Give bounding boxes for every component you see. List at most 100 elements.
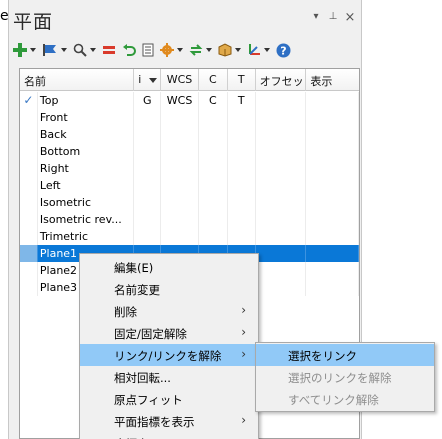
context-menu-item[interactable]: 座標表示› bbox=[80, 432, 258, 439]
row-name: Right bbox=[38, 160, 135, 177]
window-edge-text: e bbox=[0, 8, 8, 24]
header-display[interactable]: 表示 bbox=[306, 69, 359, 91]
table-row[interactable]: Front bbox=[20, 109, 359, 126]
row-check-icon bbox=[20, 194, 38, 211]
context-menu-item[interactable]: リンク/リンクを解除 › bbox=[80, 344, 258, 366]
undo-button[interactable] bbox=[122, 39, 136, 61]
equals-button[interactable] bbox=[102, 39, 116, 61]
context-menu-item[interactable]: 原点フィット bbox=[80, 388, 258, 410]
table-row[interactable]: Bottom bbox=[20, 143, 359, 160]
panel-titlebar: 平面 ▾ ⊥ × bbox=[9, 0, 361, 34]
add-button[interactable] bbox=[13, 39, 36, 61]
submenu-item: すべてリンク解除 bbox=[288, 393, 379, 407]
context-menu-item-label: 編集(E) bbox=[114, 261, 154, 275]
row-i bbox=[134, 109, 162, 126]
row-wcs bbox=[161, 109, 199, 126]
row-display bbox=[306, 211, 359, 228]
settings-button[interactable] bbox=[160, 39, 183, 61]
context-menu: 編集(E) 名前変更 削除 › 固定/固定解除 › リンク/リンクを解除 › 相対回転... 原点… bbox=[79, 253, 259, 439]
row-i bbox=[134, 228, 162, 245]
context-menu-item[interactable]: 相対回転... bbox=[80, 366, 258, 388]
row-check-icon bbox=[20, 262, 38, 279]
header-offset[interactable]: オフセット bbox=[256, 69, 307, 91]
row-display bbox=[306, 143, 359, 160]
flag-icon bbox=[43, 44, 56, 56]
row-display bbox=[306, 262, 359, 279]
context-menu-item[interactable]: 編集(E) bbox=[80, 256, 258, 278]
context-menu-item-label: 固定/固定解除 bbox=[114, 327, 187, 341]
header-i[interactable]: i bbox=[134, 69, 162, 91]
row-c bbox=[199, 109, 228, 126]
row-wcs bbox=[161, 211, 199, 228]
transfer-button[interactable] bbox=[189, 39, 212, 61]
gear-icon bbox=[160, 43, 174, 57]
submenu-arrow-icon: › bbox=[241, 303, 246, 317]
axes-button[interactable] bbox=[247, 39, 270, 61]
row-display bbox=[306, 177, 359, 194]
box-button[interactable] bbox=[218, 39, 241, 61]
header-c[interactable]: C bbox=[199, 69, 228, 91]
row-display bbox=[306, 109, 359, 126]
row-i bbox=[134, 177, 162, 194]
chevron-down-icon bbox=[30, 48, 36, 52]
context-menu-item[interactable]: 固定/固定解除 › bbox=[80, 322, 258, 344]
search-button[interactable] bbox=[73, 39, 96, 61]
row-check-icon bbox=[20, 245, 38, 262]
row-offset bbox=[256, 177, 307, 194]
document-button[interactable] bbox=[142, 39, 154, 61]
help-button[interactable]: ? bbox=[276, 39, 291, 61]
chevron-down-icon bbox=[206, 48, 212, 52]
header-name[interactable]: 名前 bbox=[20, 69, 135, 91]
context-menu-item-label: 相対回転... bbox=[114, 371, 171, 385]
submenu-item[interactable]: 選択をリンク bbox=[256, 344, 434, 366]
row-display bbox=[306, 126, 359, 143]
header-t[interactable]: T bbox=[228, 69, 256, 91]
row-name: Isometric bbox=[38, 194, 135, 211]
row-wcs: WCS bbox=[161, 92, 199, 109]
box-icon bbox=[218, 43, 232, 57]
table-row[interactable]: Back bbox=[20, 126, 359, 143]
header-i-label: i bbox=[138, 73, 142, 86]
row-wcs bbox=[161, 177, 199, 194]
row-i bbox=[134, 211, 162, 228]
row-check-icon bbox=[20, 279, 38, 296]
submenu-arrow-icon: › bbox=[241, 435, 246, 439]
row-check-icon bbox=[20, 126, 38, 143]
row-t bbox=[228, 194, 256, 211]
submenu-arrow-icon: › bbox=[241, 347, 246, 361]
transfer-icon bbox=[189, 44, 203, 56]
context-menu-item-label: 名前変更 bbox=[114, 283, 160, 297]
context-menu-item-label: 平面指標を表示 bbox=[114, 415, 195, 429]
row-t bbox=[228, 211, 256, 228]
context-menu-item[interactable]: 名前変更 bbox=[80, 278, 258, 300]
title-buttons: ▾ ⊥ × bbox=[311, 11, 356, 24]
table-row[interactable]: Trimetric bbox=[20, 228, 359, 245]
row-t: T bbox=[228, 92, 256, 109]
pin-dropdown-icon[interactable]: ▾ bbox=[311, 11, 321, 23]
row-c bbox=[199, 228, 228, 245]
row-t bbox=[228, 126, 256, 143]
row-c bbox=[199, 160, 228, 177]
row-name: Left bbox=[38, 177, 135, 194]
dock-icon[interactable]: ⊥ bbox=[328, 11, 338, 23]
table-row[interactable]: Isometric rev... bbox=[20, 211, 359, 228]
row-offset bbox=[256, 245, 307, 262]
row-c bbox=[199, 194, 228, 211]
submenu-arrow-icon: › bbox=[241, 325, 246, 339]
table-row[interactable]: Left bbox=[20, 177, 359, 194]
table-row[interactable]: Right bbox=[20, 160, 359, 177]
chevron-down-icon bbox=[235, 48, 241, 52]
row-offset bbox=[256, 109, 307, 126]
flag-button[interactable] bbox=[42, 39, 67, 61]
table-row[interactable]: ✓ Top G WCS C T bbox=[20, 92, 359, 109]
svg-text:?: ? bbox=[280, 44, 286, 57]
row-wcs bbox=[161, 143, 199, 160]
context-menu-item[interactable]: 削除 › bbox=[80, 300, 258, 322]
row-i bbox=[134, 160, 162, 177]
header-wcs[interactable]: WCS bbox=[161, 69, 199, 91]
context-menu-item[interactable]: 平面指標を表示 › bbox=[80, 410, 258, 432]
table-row[interactable]: Isometric bbox=[20, 194, 359, 211]
link-submenu: 選択をリンク 選択のリンクを解除 すべてリンク解除 bbox=[255, 342, 435, 412]
row-display bbox=[306, 160, 359, 177]
close-icon[interactable]: × bbox=[345, 11, 356, 24]
